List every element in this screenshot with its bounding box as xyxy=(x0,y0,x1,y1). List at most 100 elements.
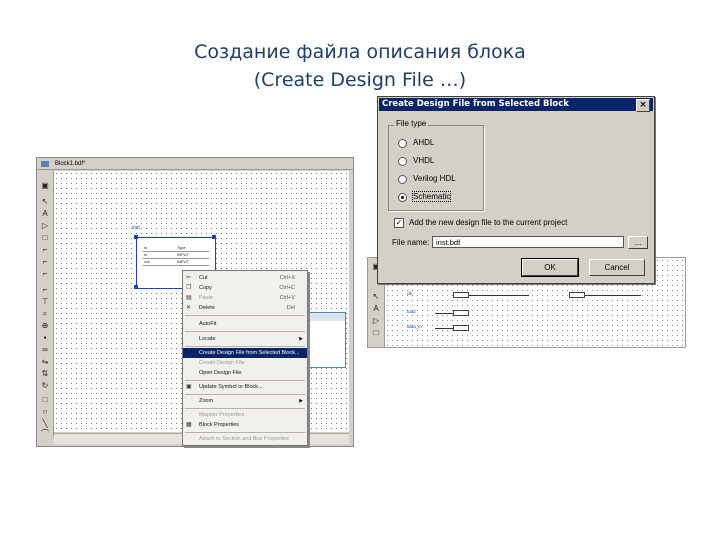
menu-item-attach-properties[interactable]: Attach to Section and Bus Properties xyxy=(183,434,307,444)
text-tool-icon[interactable]: A xyxy=(40,209,50,218)
selection-handle[interactable] xyxy=(134,235,138,239)
menu-separator xyxy=(185,380,305,381)
menu-separator xyxy=(185,408,305,409)
port-cell: in xyxy=(144,252,148,257)
properties-icon: ▦ xyxy=(186,422,192,428)
zoom-in-icon[interactable]: ⊕ xyxy=(40,321,50,330)
rotate-icon[interactable]: ↻ xyxy=(40,381,50,390)
orthogonal-node-icon[interactable]: ⌐ xyxy=(40,245,50,254)
radio-label: Schematic xyxy=(411,191,452,202)
menu-item-create-design-file[interactable]: Create Design File xyxy=(183,358,307,368)
input-pin[interactable] xyxy=(453,292,469,298)
radio-button[interactable] xyxy=(398,156,407,166)
create-design-file-dialog: Create Design File from Selected Block ×… xyxy=(377,96,655,284)
symbol-tool-icon[interactable]: ▷ xyxy=(40,221,50,230)
menu-separator xyxy=(185,315,305,316)
dialog-title-bar: Create Design File from Selected Block × xyxy=(379,98,653,112)
update-icon: ▣ xyxy=(186,384,192,390)
binoculars-icon[interactable]: ∞ xyxy=(40,345,50,354)
block-instance-label: inst xyxy=(132,225,140,231)
rubberband-icon[interactable]: ⌐ xyxy=(40,285,50,294)
zoom-tool-icon[interactable]: ▣ xyxy=(40,181,50,190)
partial-line-icon[interactable]: ⊤ xyxy=(40,297,50,306)
editor-title: Block1.bdf* xyxy=(55,161,86,167)
conduit-tool-icon[interactable]: ⌐ xyxy=(40,269,50,278)
radio-vhdl[interactable]: VHDL xyxy=(398,155,434,167)
input-pin[interactable] xyxy=(453,325,469,331)
menu-item-paste[interactable]: ▤ Paste Ctrl+V xyxy=(183,293,307,303)
line-tool-icon[interactable]: ╲ xyxy=(40,419,50,428)
fullscreen-icon[interactable]: ▪ xyxy=(40,333,50,342)
find-icon[interactable]: ⌕ xyxy=(40,309,50,318)
menu-shortcut: Ctrl+X xyxy=(279,275,295,281)
radio-button[interactable] xyxy=(398,138,407,148)
checkbox-label: Add the new design file to the current p… xyxy=(409,218,568,227)
menu-item-copy[interactable]: ❐ Copy Ctrl+C xyxy=(183,283,307,293)
menu-item-autofit[interactable]: AutoFit xyxy=(183,319,307,329)
menu-separator xyxy=(185,432,305,433)
menu-item-label: Attach to Section and Bus Properties xyxy=(199,436,289,442)
file-name-input[interactable]: inst.bdf xyxy=(432,236,624,248)
cancel-button[interactable]: Cancel xyxy=(589,259,645,276)
menu-item-label: Create Design File xyxy=(199,360,245,366)
flip-vertical-icon[interactable]: ⇅ xyxy=(40,369,50,378)
port-cell: in xyxy=(144,245,148,250)
block-port-table: in Type in INPUT out INPUT xyxy=(143,245,209,266)
radio-button[interactable] xyxy=(398,174,407,184)
menu-item-cut[interactable]: ✂ Cut Ctrl+X xyxy=(183,273,307,283)
pointer-tool-icon[interactable]: ↖ xyxy=(371,292,381,301)
menu-item-update-symbol[interactable]: ▣ Update Symbol or Block... xyxy=(183,382,307,392)
close-icon[interactable]: × xyxy=(636,99,650,112)
radio-schematic[interactable]: Schematic xyxy=(398,191,452,203)
pin-label: data_in xyxy=(407,324,422,329)
add-to-project-checkbox[interactable]: ✓ Add the new design file to the current … xyxy=(394,217,567,229)
slide-title-line2: (Create Design File …) xyxy=(253,69,467,91)
scissors-icon: ✂ xyxy=(186,275,192,281)
arc-tool-icon[interactable]: ⌒ xyxy=(40,429,50,438)
radio-button[interactable] xyxy=(398,192,407,202)
block-tool-icon[interactable]: □ xyxy=(371,328,381,337)
dialog-title: Create Design File from Selected Block xyxy=(382,99,569,109)
checkmark-icon[interactable]: ✓ xyxy=(394,217,404,228)
file-type-group-label: File type xyxy=(394,119,429,128)
menu-item-label: AutoFit xyxy=(199,321,217,327)
orthogonal-bus-icon[interactable]: ⌐ xyxy=(40,257,50,266)
selection-handle[interactable] xyxy=(212,235,216,239)
menu-item-label: Locate xyxy=(199,336,216,342)
radio-ahdl[interactable]: AHDL xyxy=(398,137,434,149)
menu-separator xyxy=(185,346,305,347)
menu-item-block-properties[interactable]: ▦ Block Properties xyxy=(183,420,307,430)
wire xyxy=(585,295,641,296)
menu-item-label: Open Design File xyxy=(199,370,242,376)
selection-handle[interactable] xyxy=(134,285,138,289)
menu-item-mapper-properties[interactable]: Mapper Properties xyxy=(183,410,307,420)
symbol-tool-icon[interactable]: ▷ xyxy=(371,316,381,325)
rectangle-tool-icon[interactable]: □ xyxy=(40,395,50,404)
menu-separator xyxy=(185,331,305,332)
port-cell: out xyxy=(144,259,150,264)
port-cell: INPUT xyxy=(177,252,189,257)
menu-item-open-design-file[interactable]: Open Design File xyxy=(183,368,307,378)
file-name-label: File name: xyxy=(392,238,430,247)
paste-icon: ▤ xyxy=(186,295,192,301)
ellipse-tool-icon[interactable]: ○ xyxy=(40,407,50,416)
flip-horizontal-icon[interactable]: ⇋ xyxy=(40,357,50,366)
text-tool-icon[interactable]: A xyxy=(371,304,381,313)
menu-item-label: Delete xyxy=(199,305,215,311)
output-pin[interactable] xyxy=(569,292,585,298)
browse-button[interactable]: ... xyxy=(628,236,648,249)
radio-label: VHDL xyxy=(413,156,435,165)
menu-shortcut: Del xyxy=(286,305,295,311)
menu-item-delete[interactable]: ✕ Delete Del xyxy=(183,303,307,313)
radio-verilog-hdl[interactable]: Verilog HDL xyxy=(398,173,456,185)
menu-item-locate[interactable]: Locate ▶ xyxy=(183,334,307,344)
wire xyxy=(469,295,529,296)
block-tool-icon[interactable]: □ xyxy=(40,233,50,242)
copy-icon: ❐ xyxy=(186,285,192,291)
port-cell: INPUT xyxy=(177,259,189,264)
ok-button[interactable]: OK xyxy=(521,258,579,277)
pointer-tool-icon[interactable]: ↖ xyxy=(40,197,50,206)
menu-item-zoom[interactable]: Zoom ▶ xyxy=(183,396,307,406)
menu-item-create-design-file-from-block[interactable]: Create Design File from Selected Block..… xyxy=(183,348,307,358)
input-pin[interactable] xyxy=(453,310,469,316)
